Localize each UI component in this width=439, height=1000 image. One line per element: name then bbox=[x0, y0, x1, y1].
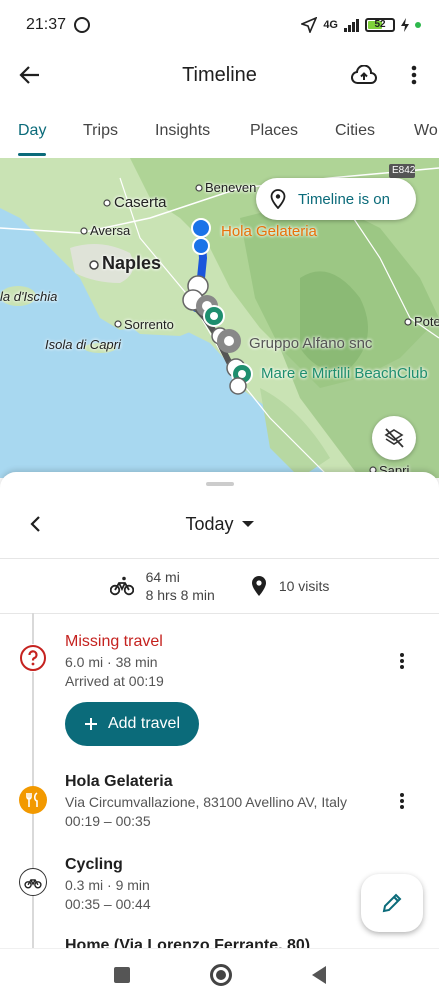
more-vert-icon bbox=[411, 65, 417, 85]
entry-title: Missing travel bbox=[65, 633, 163, 650]
summary-visits: 10 visits bbox=[251, 575, 330, 597]
tab-bar: Day Trips Insights Places Cities Wo bbox=[0, 108, 439, 156]
add-travel-label: Add travel bbox=[107, 715, 181, 732]
restaurant-icon bbox=[19, 786, 47, 814]
divider bbox=[0, 558, 439, 559]
plus-icon bbox=[84, 718, 97, 730]
app-bar: Timeline bbox=[0, 50, 439, 100]
map-label-road: E842 bbox=[392, 165, 416, 176]
map-label-capri: Isola di Capri bbox=[45, 337, 121, 352]
entry-detail: 0.3 mi · 9 min bbox=[65, 877, 150, 893]
whatsapp-icon bbox=[74, 17, 91, 33]
location-pin-icon bbox=[270, 189, 286, 209]
entry-detail: 6.0 mi · 38 min bbox=[65, 654, 158, 670]
map-label-ischia: la d'Ischia bbox=[0, 289, 58, 304]
tab-trips[interactable]: Trips bbox=[83, 108, 118, 156]
day-summary: 64 mi 8 hrs 8 min 10 visits bbox=[0, 560, 439, 612]
tab-world[interactable]: Wo bbox=[414, 108, 438, 156]
recents-button[interactable] bbox=[113, 966, 130, 983]
battery-icon: 52 bbox=[365, 18, 395, 32]
arrow-left-icon bbox=[19, 66, 39, 84]
layers-off-icon bbox=[384, 428, 404, 448]
map-label-caserta: Caserta bbox=[114, 194, 167, 211]
more-options-button[interactable] bbox=[389, 50, 439, 100]
system-nav-bar bbox=[0, 948, 439, 1000]
location-arrow-icon bbox=[301, 17, 318, 33]
timeline-status-label: Timeline is on bbox=[298, 190, 390, 208]
summary-duration-value: 8 hrs 8 min bbox=[145, 587, 215, 603]
status-time: 21:37 bbox=[26, 16, 67, 33]
page-title: Timeline bbox=[182, 63, 257, 86]
map-label-potenza: Pote bbox=[414, 314, 439, 329]
day-navigator: Today bbox=[0, 502, 439, 546]
bicycle-icon bbox=[19, 868, 47, 896]
status-bar: 21:37 4G 52 bbox=[0, 0, 439, 50]
cloud-upload-icon bbox=[351, 65, 377, 84]
hide-map-layer-button[interactable] bbox=[372, 416, 416, 460]
entry-title: Hola Gelateria bbox=[65, 773, 173, 790]
home-button[interactable] bbox=[209, 963, 232, 986]
tab-insights[interactable]: Insights bbox=[155, 108, 210, 156]
entry-more-button[interactable] bbox=[387, 786, 417, 816]
signal-icon bbox=[344, 18, 359, 32]
map-label-gruppo[interactable]: Gruppo Alfano snc bbox=[249, 335, 372, 352]
edit-button[interactable] bbox=[361, 874, 423, 932]
timeline-status-chip[interactable]: Timeline is on bbox=[256, 178, 416, 220]
map-label-sorrento: Sorrento bbox=[124, 317, 174, 332]
map-view[interactable]: Beneven E842 Caserta Aversa Naples la d'… bbox=[0, 158, 439, 478]
missing-travel-icon bbox=[19, 644, 47, 672]
pencil-icon bbox=[382, 893, 402, 913]
entry-time: Arrived at 00:19 bbox=[65, 673, 164, 689]
privacy-dot bbox=[415, 22, 421, 28]
place-pin-icon bbox=[251, 576, 266, 596]
entry-title: Cycling bbox=[65, 856, 123, 873]
caret-down-icon bbox=[241, 521, 254, 527]
entry-address: Via Circumvallazione, 83100 Avellino AV,… bbox=[65, 794, 347, 810]
add-travel-button[interactable]: Add travel bbox=[65, 702, 199, 746]
day-label: Today bbox=[185, 513, 234, 534]
summary-distance-value: 64 mi bbox=[145, 569, 180, 585]
bicycle-icon bbox=[109, 576, 134, 596]
map-label-aversa: Aversa bbox=[90, 223, 131, 238]
entry-more-button[interactable] bbox=[387, 646, 417, 676]
battery-level: 52 bbox=[374, 19, 386, 30]
drag-handle[interactable] bbox=[206, 482, 234, 486]
entry-title: Home (Via Lorenzo Ferrante, 80) bbox=[65, 937, 311, 948]
backup-button[interactable] bbox=[339, 50, 389, 100]
back-nav-button[interactable] bbox=[311, 965, 326, 984]
map-label-naples: Naples bbox=[102, 253, 162, 273]
home-dot-icon bbox=[215, 969, 226, 980]
map-label-mare[interactable]: Mare e Mirtilli BeachClub bbox=[261, 365, 428, 382]
summary-visits-value: 10 visits bbox=[278, 578, 330, 594]
previous-day-button[interactable] bbox=[0, 502, 70, 546]
entry-time: 00:19 – 00:35 bbox=[65, 813, 151, 829]
summary-distance: 64 mi 8 hrs 8 min bbox=[109, 568, 215, 604]
back-button[interactable] bbox=[0, 50, 60, 100]
entry-time: 00:35 – 00:44 bbox=[65, 896, 151, 912]
divider bbox=[0, 613, 439, 614]
charging-icon bbox=[401, 18, 409, 32]
tab-day[interactable]: Day bbox=[18, 108, 47, 156]
map-label-benevento: Beneven bbox=[205, 180, 257, 195]
tab-places[interactable]: Places bbox=[250, 108, 298, 156]
chevron-left-icon bbox=[30, 516, 40, 532]
network-type: 4G bbox=[323, 19, 338, 31]
day-selector[interactable]: Today bbox=[70, 514, 439, 535]
status-icons: 4G 52 bbox=[301, 17, 421, 33]
more-vert-icon bbox=[400, 793, 404, 809]
more-vert-icon bbox=[400, 653, 404, 669]
map-label-hola[interactable]: Hola Gelateria bbox=[221, 223, 317, 240]
shop-marker-icon[interactable] bbox=[191, 218, 211, 238]
tab-cities[interactable]: Cities bbox=[335, 108, 375, 156]
screen: 21:37 4G 52 Timeline Day Trips Insights … bbox=[0, 0, 439, 1000]
